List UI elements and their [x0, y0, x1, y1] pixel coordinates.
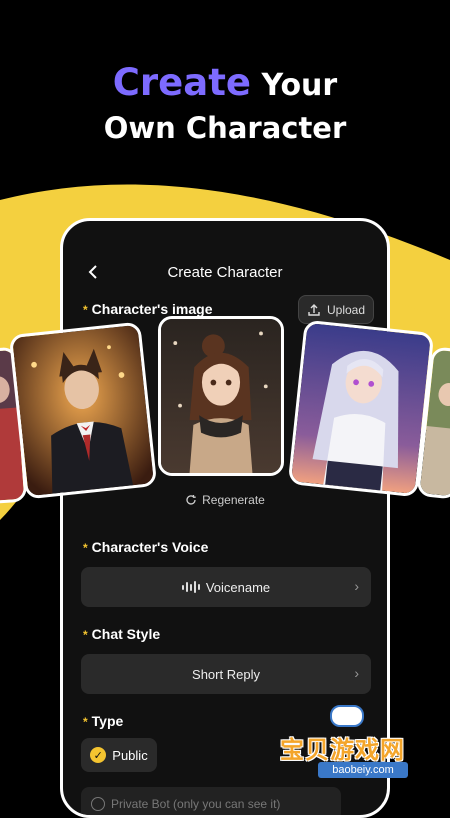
character-card-selected[interactable] — [158, 316, 284, 476]
required-marker: * — [83, 715, 88, 729]
check-icon: ✓ — [90, 747, 107, 763]
chevron-right-icon: › — [354, 578, 359, 594]
chat-style-label: * Chat Style — [83, 626, 160, 642]
type-public-label: Public — [112, 747, 148, 763]
audio-wave-icon — [181, 581, 200, 593]
regenerate-label: Regenerate — [202, 493, 265, 507]
headline-line-1: Create Your — [0, 62, 450, 107]
type-private-label: Private Bot (only you can see it) — [111, 797, 281, 811]
type-label: * Type — [83, 713, 123, 729]
screen-title: Create Character — [167, 264, 283, 281]
gamepad-icon — [330, 705, 364, 727]
character-card-left[interactable] — [8, 321, 158, 500]
required-marker: * — [83, 541, 88, 555]
watermark-text: 宝贝游戏网 — [280, 736, 405, 764]
type-public-option[interactable]: ✓ Public — [81, 738, 157, 772]
chevron-right-icon: › — [354, 665, 359, 681]
voice-label-text: Character's Voice — [91, 539, 209, 555]
character-image — [161, 319, 281, 473]
chat-style-value: Short Reply — [192, 666, 260, 682]
headline-line-2: Own Character — [103, 111, 347, 145]
character-image-label-text: Character's image — [91, 301, 213, 317]
upload-button[interactable]: Upload — [298, 295, 374, 324]
upload-label: Upload — [326, 302, 366, 317]
upload-icon — [308, 303, 320, 316]
character-image — [291, 322, 431, 495]
required-marker: * — [83, 628, 88, 642]
chat-style-label-text: Chat Style — [91, 626, 161, 642]
voice-label: * Character's Voice — [83, 539, 208, 555]
character-image — [12, 324, 154, 497]
watermark-url: baobeiy.com — [318, 762, 408, 778]
refresh-icon — [186, 495, 196, 505]
required-marker: * — [83, 303, 88, 317]
radio-icon — [91, 797, 105, 811]
headline-accent: Create — [112, 61, 252, 104]
headline-line1-rest: Your — [251, 68, 338, 103]
headline: Create Your Own Character — [0, 62, 450, 149]
voice-select[interactable]: Voicename › — [81, 567, 371, 607]
regenerate-button[interactable]: Regenerate — [63, 493, 387, 507]
watermark-logo: 宝贝游戏网 baobeiy.com — [270, 700, 450, 800]
type-label-text: Type — [91, 713, 124, 729]
chat-style-select[interactable]: Short Reply › — [81, 654, 371, 694]
character-image-label: * Character's image — [83, 301, 213, 317]
character-card-right[interactable] — [287, 319, 435, 498]
voice-value: Voicename — [205, 579, 271, 595]
